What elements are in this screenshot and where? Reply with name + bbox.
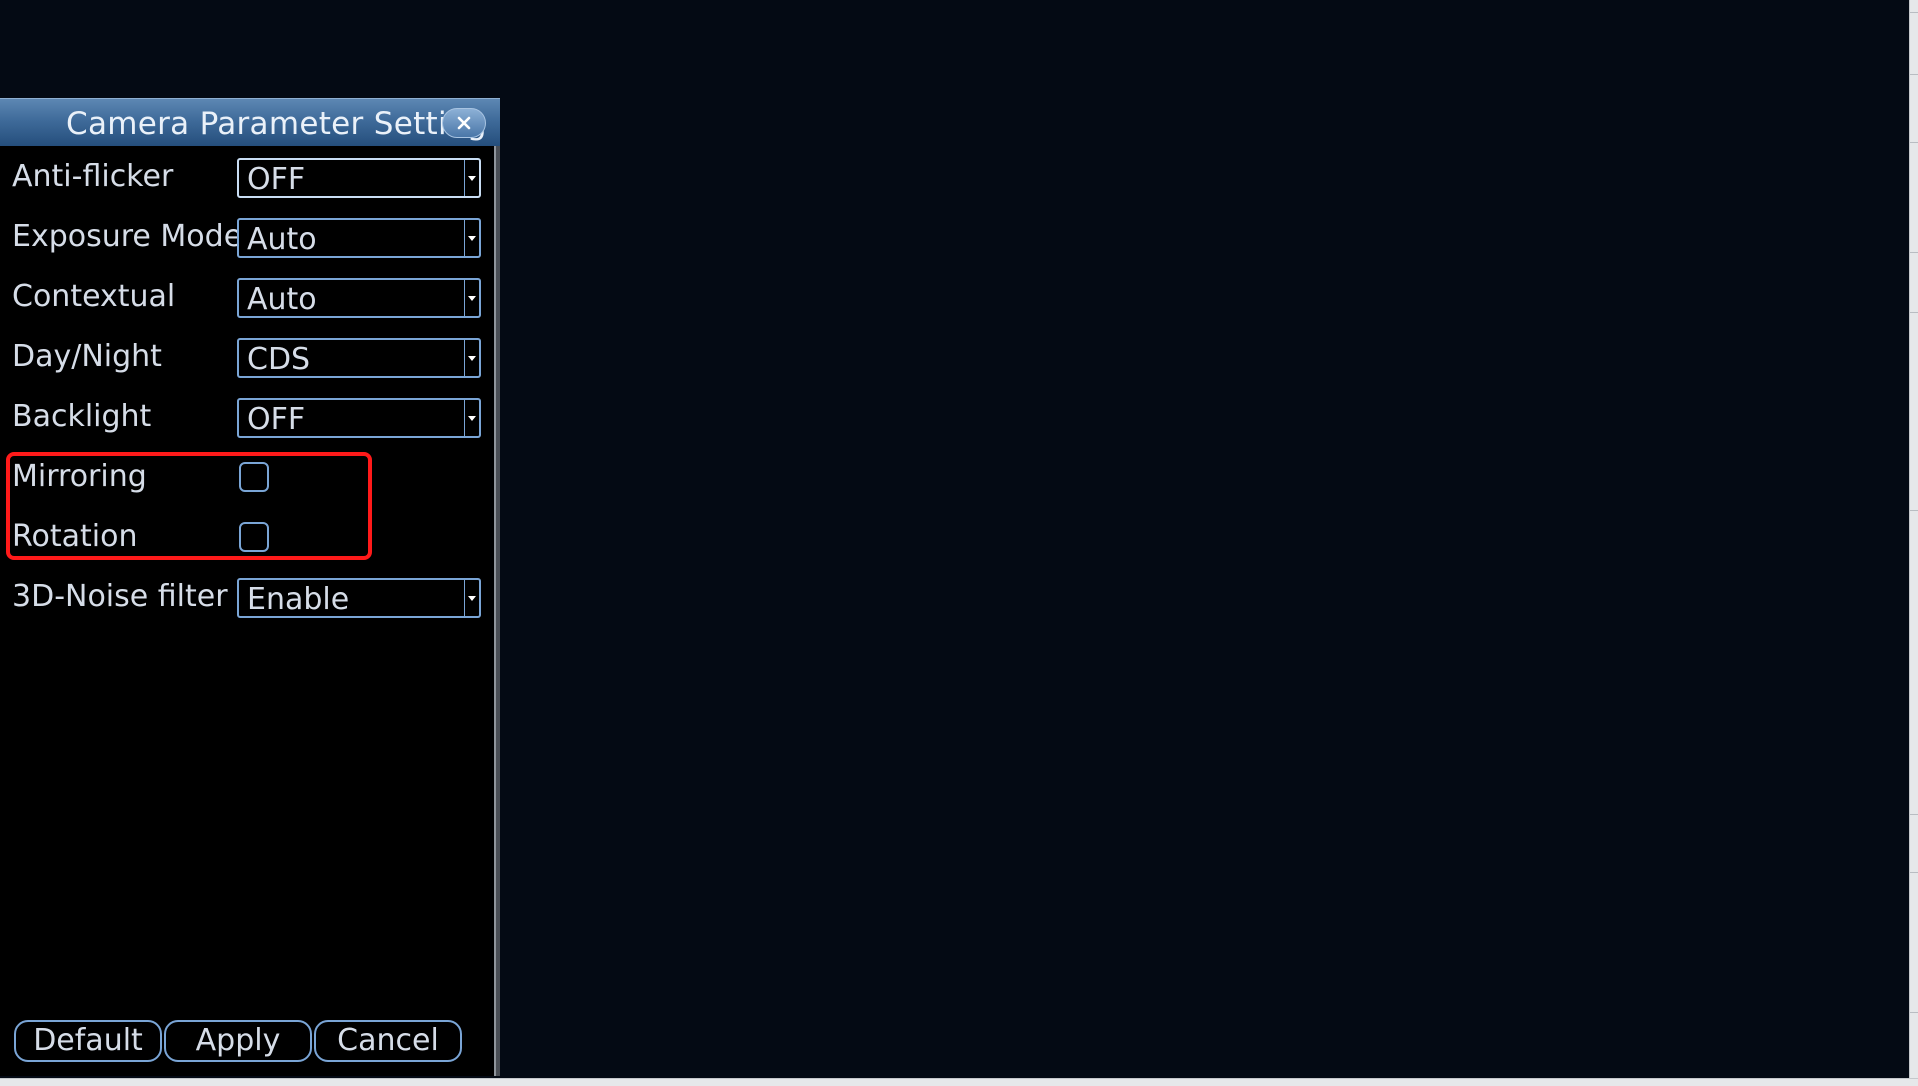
mirroring-checkbox[interactable] [239, 462, 269, 492]
anti-flicker-select[interactable]: OFF [237, 158, 481, 198]
close-icon [457, 116, 471, 130]
dropdown-arrow-icon [464, 160, 479, 196]
dialog-title: Camera Parameter Setting [66, 106, 487, 142]
window-edge-bottom [0, 1078, 1918, 1086]
dialog-titlebar: Camera Parameter Setting [0, 98, 500, 146]
setting-row-day-night: Day/Night CDS [0, 337, 490, 385]
dropdown-arrow-icon [464, 340, 479, 376]
backlight-label: Backlight [12, 399, 152, 434]
rotation-checkbox[interactable] [239, 522, 269, 552]
cancel-button[interactable]: Cancel [314, 1020, 462, 1062]
setting-row-contextual: Contextual Auto [0, 277, 490, 325]
dropdown-arrow-icon [464, 400, 479, 436]
camera-parameter-dialog: Camera Parameter Setting Anti-flicker OF… [0, 98, 500, 1076]
dropdown-arrow-icon [464, 280, 479, 316]
setting-row-backlight: Backlight OFF [0, 397, 490, 445]
rotation-label: Rotation [12, 519, 138, 554]
anti-flicker-label: Anti-flicker [12, 159, 174, 194]
contextual-value: Auto [247, 282, 317, 317]
anti-flicker-value: OFF [247, 162, 306, 197]
setting-row-mirroring: Mirroring [0, 457, 490, 505]
default-button[interactable]: Default [14, 1020, 162, 1062]
backlight-select[interactable]: OFF [237, 398, 481, 438]
exposure-mode-value: Auto [247, 222, 317, 257]
contextual-label: Contextual [12, 279, 176, 314]
dropdown-arrow-icon [464, 220, 479, 256]
apply-button[interactable]: Apply [164, 1020, 312, 1062]
noise-filter-select[interactable]: Enable [237, 578, 481, 618]
contextual-select[interactable]: Auto [237, 278, 481, 318]
noise-filter-value: Enable [247, 582, 350, 617]
day-night-select[interactable]: CDS [237, 338, 481, 378]
setting-row-3d-noise-filter: 3D-Noise filter Enable [0, 577, 490, 625]
noise-filter-label: 3D-Noise filter [12, 579, 228, 614]
day-night-value: CDS [247, 342, 311, 377]
backlight-value: OFF [247, 402, 306, 437]
day-night-label: Day/Night [12, 339, 162, 374]
exposure-mode-label: Exposure Mode [12, 219, 243, 254]
setting-row-rotation: Rotation [0, 517, 490, 565]
window-edge-right [1909, 0, 1918, 1086]
mirroring-label: Mirroring [12, 459, 147, 494]
setting-row-exposure-mode: Exposure Mode Auto [0, 217, 490, 265]
dropdown-arrow-icon [464, 580, 479, 616]
exposure-mode-select[interactable]: Auto [237, 218, 481, 258]
setting-row-anti-flicker: Anti-flicker OFF [0, 157, 490, 205]
close-button[interactable] [442, 108, 486, 138]
dialog-scroll-edge [494, 146, 496, 1076]
